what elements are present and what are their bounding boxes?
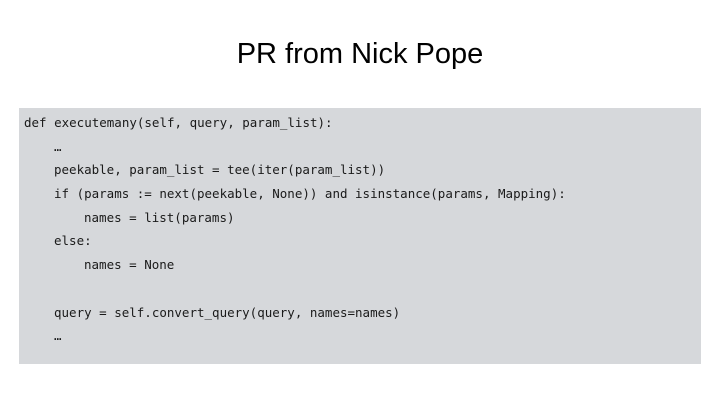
code-line: peekable, param_list = tee(iter(param_li… [54, 162, 386, 178]
code-line: … [54, 328, 62, 344]
code-line: names = None [84, 257, 175, 273]
code-line: names = list(params) [84, 209, 235, 225]
slide: PR from Nick Pope def executemany(self, … [0, 0, 720, 405]
code-line: … [54, 138, 62, 154]
code-line: query = self.convert_query(query, names=… [54, 304, 401, 320]
code-line: def executemany(self, query, param_list)… [24, 115, 333, 130]
code-block: def executemany(self, query, param_list)… [19, 108, 701, 364]
code-line: if (params := next(peekable, None)) and … [54, 186, 566, 202]
slide-title: PR from Nick Pope [236, 38, 484, 70]
code-line: else: [54, 233, 92, 249]
